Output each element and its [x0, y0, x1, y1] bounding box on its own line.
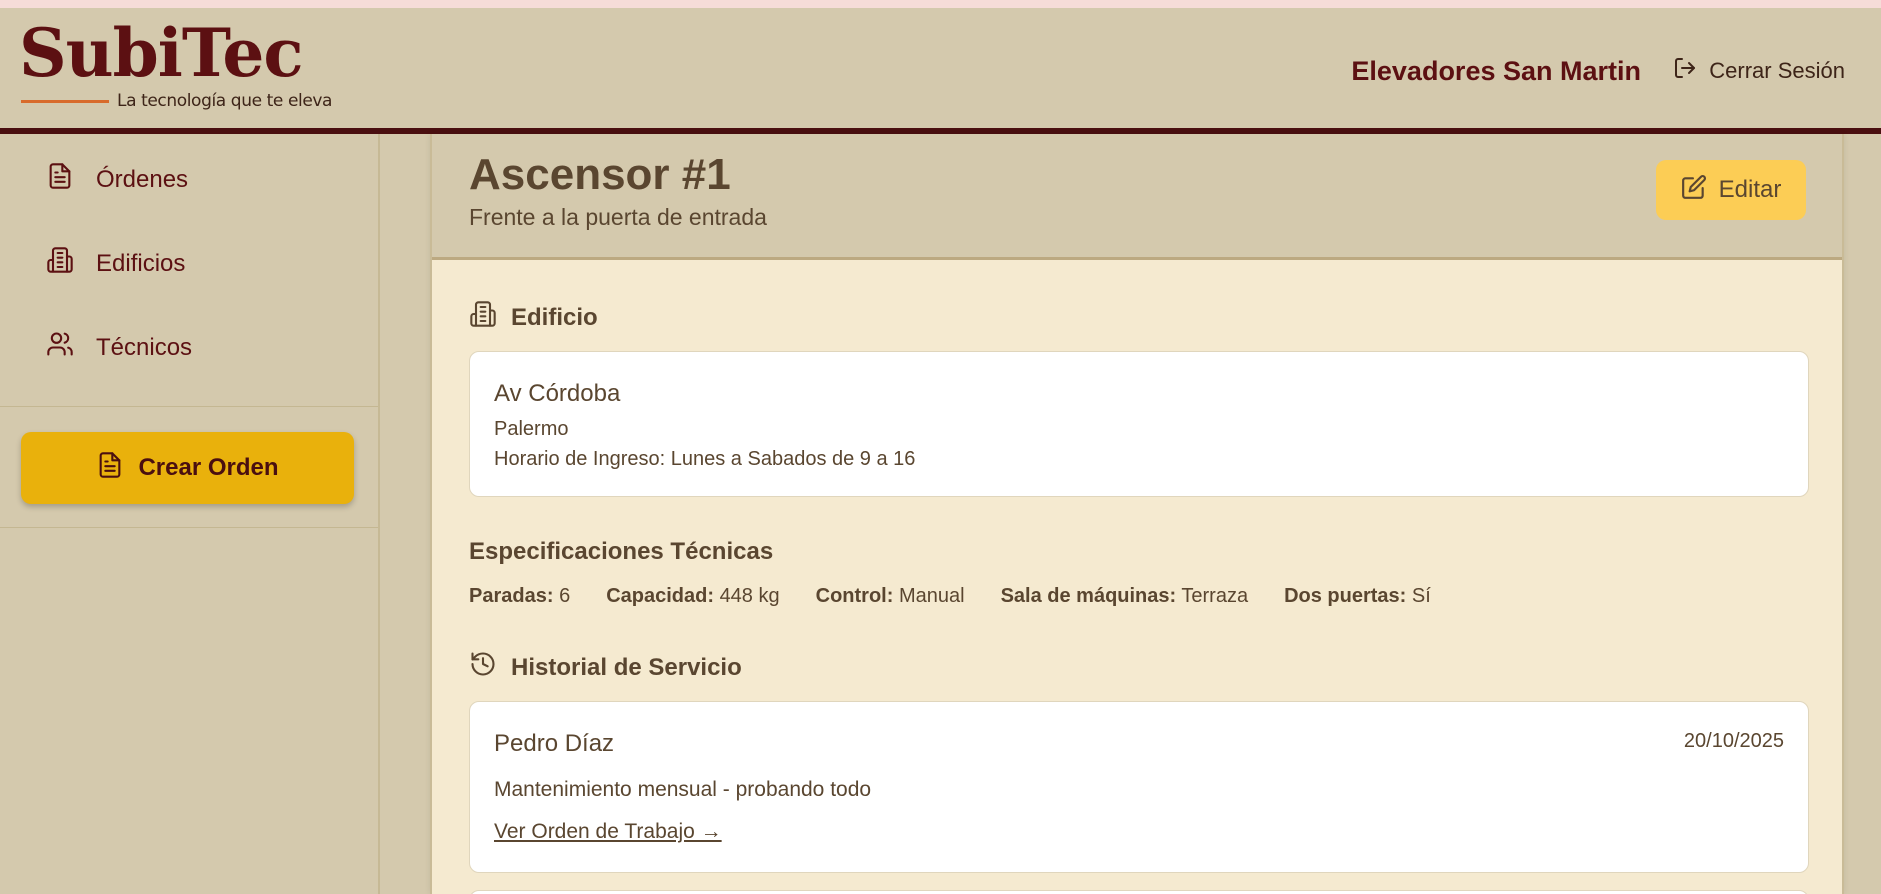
service-entry: [469, 890, 1809, 894]
history-icon: [469, 650, 497, 685]
sidebar-divider: [0, 406, 378, 407]
main-content: Ascensor #1 Frente a la puerta de entrad…: [380, 134, 1881, 894]
logo[interactable]: SubiTec: [19, 20, 304, 86]
specs-row: Paradas: 6 Capacidad: 448 kg Control: Ma…: [469, 585, 1431, 608]
spec-label: Paradas:: [469, 585, 554, 607]
specs-section-title: Especificaciones Técnicas: [469, 538, 773, 566]
logout-button[interactable]: Cerrar Sesión: [1673, 56, 1845, 86]
elevator-card: Ascensor #1 Frente a la puerta de entrad…: [430, 134, 1844, 894]
logout-icon: [1673, 56, 1697, 86]
building-name: Av Córdoba: [494, 380, 621, 407]
sidebar-item-ordenes[interactable]: Órdenes: [46, 162, 188, 197]
spec-label: Sala de máquinas:: [1000, 585, 1177, 607]
building-hours: Horario de Ingreso: Lunes a Sabados de 9…: [494, 448, 916, 470]
section-label: Edificio: [511, 303, 598, 331]
document-icon: [46, 162, 74, 197]
section-label: Especificaciones Técnicas: [469, 538, 774, 565]
building-info-box: Av Córdoba Palermo Horario de Ingreso: L…: [469, 351, 1809, 497]
section-label: Historial de Servicio: [511, 653, 742, 681]
spec-value: 448 kg: [719, 585, 780, 607]
edit-icon: [1681, 174, 1707, 207]
logo-tagline: La tecnología que te eleva: [117, 91, 333, 111]
create-order-button[interactable]: Crear Orden: [21, 432, 354, 504]
sidebar-item-label: Edificios: [96, 249, 186, 277]
sidebar-item-tecnicos[interactable]: Técnicos: [46, 330, 192, 365]
edit-label: Editar: [1718, 176, 1782, 203]
company-name: Elevadores San Martin: [1351, 56, 1641, 86]
app-header: SubiTec La tecnología que te eleva Eleva…: [0, 8, 1881, 134]
building-section-title: Edificio: [469, 300, 598, 335]
spec-item: Sala de máquinas: Terraza: [1001, 585, 1249, 608]
spec-item: Control: Manual: [816, 585, 965, 608]
service-description: Mantenimiento mensual - probando todo: [494, 778, 872, 801]
page-title: Ascensor #1: [469, 150, 731, 199]
spec-item: Dos puertas: Sí: [1284, 585, 1431, 608]
elevator-header: Ascensor #1 Frente a la puerta de entrad…: [432, 134, 1842, 260]
spec-label: Dos puertas:: [1284, 585, 1407, 607]
logout-label: Cerrar Sesión: [1709, 58, 1845, 83]
service-entry: Pedro Díaz 20/10/2025 Mantenimiento mens…: [469, 701, 1809, 873]
service-technician: Pedro Díaz: [494, 730, 615, 757]
view-work-order-link[interactable]: Ver Orden de Trabajo →: [494, 820, 722, 844]
users-icon: [46, 330, 74, 365]
sidebar-divider: [0, 527, 378, 528]
service-date: 20/10/2025: [1683, 730, 1784, 752]
spec-value: Terraza: [1181, 585, 1249, 607]
document-icon: [96, 451, 124, 486]
spec-label: Capacidad:: [606, 585, 714, 607]
spec-label: Control:: [815, 585, 894, 607]
edit-button[interactable]: Editar: [1656, 160, 1806, 220]
spec-value: Sí: [1411, 585, 1431, 607]
top-strip: [0, 0, 1881, 8]
spec-value: Manual: [898, 585, 965, 607]
spec-value: 6: [559, 585, 571, 607]
spec-item: Paradas: 6: [469, 585, 570, 608]
sidebar-item-label: Técnicos: [96, 333, 193, 361]
spec-item: Capacidad: 448 kg: [606, 585, 779, 608]
sidebar-item-label: Órdenes: [96, 165, 189, 193]
history-section-title: Historial de Servicio: [469, 650, 742, 685]
create-order-label: Crear Orden: [138, 454, 279, 481]
sidebar-item-edificios[interactable]: Edificios: [46, 246, 185, 281]
sidebar: Órdenes Edificios Técnicos Crear Orden: [0, 134, 380, 894]
building-icon: [469, 300, 497, 335]
building-icon: [46, 246, 74, 281]
building-neighborhood: Palermo: [494, 418, 569, 440]
page-subtitle: Frente a la puerta de entrada: [469, 204, 767, 230]
logo-underline: [21, 100, 109, 103]
